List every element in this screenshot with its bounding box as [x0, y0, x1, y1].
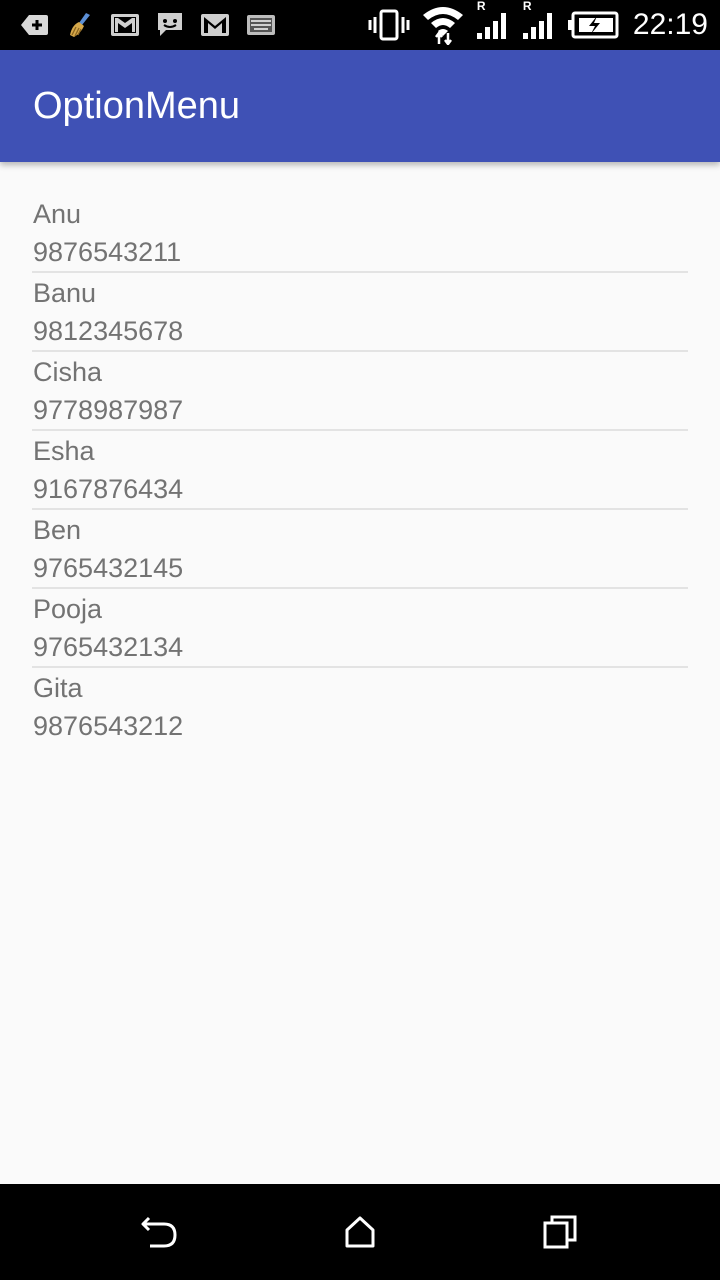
status-bar: R R 22:19	[0, 0, 720, 50]
contact-name: Gita	[33, 673, 83, 703]
contact-phone: 9765432134	[33, 632, 184, 662]
keyboard-icon	[246, 13, 276, 37]
status-time: 22:19	[632, 8, 708, 41]
contact-name: Cisha	[33, 357, 103, 387]
list-item[interactable]: Gita 9876543212	[32, 668, 688, 745]
app-bar: OptionMenu	[0, 50, 720, 162]
navigation-bar	[0, 1184, 720, 1280]
app-title: OptionMenu	[33, 85, 241, 127]
contact-phone: 9765432145	[33, 553, 184, 583]
list-item[interactable]: Pooja 9765432134	[32, 589, 688, 668]
back-button[interactable]	[136, 1208, 184, 1256]
signal-icon: R	[475, 0, 511, 41]
contact-phone: 9876543211	[33, 237, 182, 267]
battery-charging-icon	[567, 11, 619, 39]
add-notification-icon	[20, 12, 50, 38]
recents-button[interactable]	[536, 1208, 584, 1256]
home-button[interactable]	[336, 1208, 384, 1256]
contact-name: Banu	[33, 278, 97, 308]
contact-name: Ben	[33, 515, 82, 545]
vibrate-icon	[367, 9, 411, 41]
list-item[interactable]: Ben 9765432145	[32, 510, 688, 589]
wifi-icon	[421, 5, 465, 45]
screen: R R 22:19 OptionMenu Anu 9876543211 Banu…	[0, 0, 720, 1280]
list-item[interactable]: Cisha 9778987987	[32, 352, 688, 431]
contact-phone: 9876543212	[33, 711, 184, 741]
recents-icon	[542, 1214, 578, 1250]
contact-phone: 9778987987	[33, 395, 184, 425]
contact-name: Anu	[33, 199, 82, 229]
list-item[interactable]: Esha 9167876434	[32, 431, 688, 510]
roaming-indicator: R	[522, 0, 532, 13]
cleaner-broom-icon	[66, 11, 94, 39]
contact-phone: 9167876434	[33, 474, 184, 504]
contact-name: Pooja	[33, 594, 103, 624]
list-item[interactable]: Anu 9876543211	[32, 194, 688, 273]
chat-icon	[156, 11, 184, 39]
contact-name: Esha	[33, 436, 95, 466]
gmail-icon	[200, 12, 230, 38]
contact-list: Anu 9876543211 Banu 9812345678 Cisha 977…	[32, 194, 688, 745]
gmail-icon	[110, 12, 140, 38]
signal-icon: R	[521, 0, 557, 41]
home-icon	[343, 1215, 377, 1249]
notification-icons	[20, 0, 276, 50]
contact-phone: 9812345678	[33, 316, 184, 346]
list-item[interactable]: Banu 9812345678	[32, 273, 688, 352]
back-icon	[140, 1214, 180, 1250]
roaming-indicator: R	[476, 0, 486, 13]
system-status-icons: R R 22:19	[367, 0, 708, 50]
